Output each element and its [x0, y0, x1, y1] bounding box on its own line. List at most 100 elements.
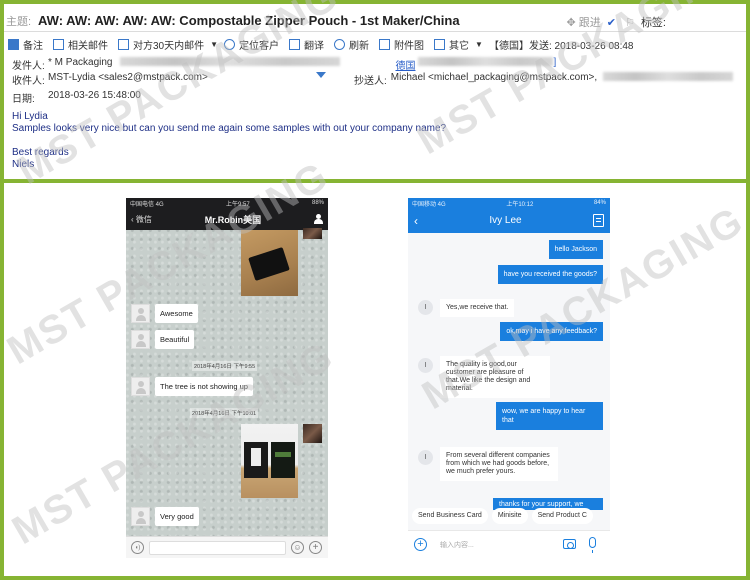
clock: 上午9:57 [225, 201, 250, 208]
toolbar-mail-30days[interactable]: 对方30天内邮件 [118, 37, 204, 52]
toolbar-locate-customer[interactable]: 定位客户 [224, 37, 279, 52]
message-bubble: Very good [155, 507, 199, 526]
email-subject: AW: AW: AW: AW: AW: Compostable Zipper P… [38, 13, 460, 28]
toolbar-label: 附件图 [394, 40, 425, 52]
related-mail-icon [53, 38, 64, 50]
contact-avatar: I [418, 358, 433, 373]
redacted-address [120, 57, 341, 66]
plus-icon[interactable]: + [309, 541, 322, 554]
redacted-text [418, 57, 554, 66]
cc-label: 抄送人: [354, 76, 387, 87]
tags-button[interactable]: ⚐ 标签: [625, 14, 666, 30]
to-value: MST-Lydia <sales2@mstpack.com> [48, 72, 208, 83]
recipients-dropdown[interactable] [316, 72, 326, 78]
sent-message: hello Jackson [548, 240, 603, 259]
wechat-screenshot: 中国电信 4G 上午9:57 88% ‹ 微信 Mr.Robin美国 Aweso… [126, 198, 328, 558]
email-toolbar: 备注 相关邮件 对方30天内邮件 ▼ 定位客户 翻译 刷新 附件图 其它 ▼ 【… [8, 36, 633, 52]
toolbar-label: 备注 [23, 40, 43, 52]
received-message: Yes,we receive that. [440, 299, 515, 317]
send-business-card-button[interactable]: Send Business Card [412, 508, 488, 524]
attachment-image-icon [379, 38, 391, 50]
message-bubble: Awesome [155, 304, 198, 323]
chevron-down-icon[interactable]: ▼ [475, 40, 483, 49]
camera-icon[interactable] [563, 539, 576, 549]
contact-avatar [131, 304, 150, 323]
toolbar-label: 翻译 [304, 40, 325, 52]
received-message: The quality is good,our customer are ple… [440, 356, 550, 398]
flag-icon: ⚐ [625, 17, 635, 29]
other-icon [434, 38, 446, 50]
input-bar: ◖) ☺ + [126, 536, 328, 558]
message-input[interactable] [149, 541, 286, 555]
voice-icon[interactable]: ◖) [131, 541, 144, 554]
my-avatar [303, 424, 322, 443]
locate-customer-icon [224, 38, 236, 50]
status-bar: 中国移动 4G 上午10:12 84% [408, 198, 610, 208]
sent-message: ok,may i have any feedback? [500, 322, 603, 341]
microphone-icon[interactable] [589, 537, 596, 553]
email-closing: Best regards [12, 147, 69, 158]
chat-header: ‹ 微信 Mr.Robin美国 [126, 208, 328, 230]
back-chevron-icon[interactable]: ‹ [414, 214, 418, 228]
status-bar: 中国电信 4G 上午9:57 88% [126, 198, 328, 208]
follow-label: 跟进 [578, 17, 601, 29]
sent-message: have you received the goods? [497, 265, 603, 284]
to-row: 收件人: MST-Lydia <sales2@mstpack.com> [12, 72, 208, 87]
translate-icon [289, 38, 301, 50]
cc-value: Michael <michael_packaging@mstpack.com>, [390, 72, 598, 83]
email-greeting: Hi Lydia [12, 111, 48, 122]
from-label: 发件人: [12, 61, 45, 72]
received-message: From several different companies from wh… [440, 447, 558, 481]
two-pouches-photo[interactable] [241, 424, 298, 498]
follow-icon: ✥ [566, 17, 579, 29]
emoji-icon[interactable]: ☺ [291, 541, 304, 554]
mail-30days-icon [118, 38, 129, 50]
subject-row: 主题: AW: AW: AW: AW: AW: Compostable Zipp… [4, 10, 746, 32]
toolbar-label: 定位客户 [239, 40, 280, 52]
toolbar-note[interactable]: 备注 [8, 37, 43, 52]
toolbar-label: 刷新 [349, 40, 370, 52]
redacted-cc [603, 72, 734, 81]
chat-title: Mr.Robin美国 [204, 214, 262, 225]
timestamp: 2018年4月16日 下午9:55 [192, 361, 258, 371]
email-body: Hi Lydia Samples looks very nice but can… [12, 111, 446, 171]
chat-header: ‹ Ivy Lee [408, 208, 610, 233]
plus-icon[interactable]: + [414, 538, 427, 551]
document-icon[interactable] [593, 214, 604, 227]
person-icon[interactable] [313, 214, 323, 224]
black-pouch-photo[interactable] [241, 230, 298, 296]
check-icon: ✔ [606, 17, 616, 29]
message-bubble: The tree is not showing up [155, 377, 253, 396]
input-bar: + 输入内容... [408, 530, 610, 558]
from-row: 发件人: * M Packaging 德国 ] [12, 57, 556, 72]
date-value: 2018-03-26 15:48:00 [48, 90, 141, 101]
follow-up-button[interactable]: ✥ 跟进 ✔ [567, 14, 617, 30]
timestamp: 2018年4月16日 下午10:01 [190, 408, 259, 418]
note-icon [8, 38, 19, 50]
send-product-button[interactable]: Send Product C [531, 508, 593, 524]
tags-label: 标签: [640, 17, 666, 29]
to-label: 收件人: [12, 76, 45, 87]
from-country-link[interactable]: 德国 [395, 57, 415, 72]
toolbar-translate[interactable]: 翻译 [289, 37, 324, 52]
email-signature: Niels [12, 159, 35, 170]
message-input[interactable]: 输入内容... [440, 540, 474, 550]
carrier: 中国电信 4G [130, 201, 164, 208]
image-frame [0, 0, 750, 580]
toolbar-attachment-image[interactable]: 附件图 [379, 37, 424, 52]
back-button[interactable]: ‹ 微信 [131, 214, 152, 225]
toolbar-related-mail[interactable]: 相关邮件 [53, 37, 108, 52]
email-message: Samples looks very nice but can you send… [12, 123, 447, 134]
chat-title: Ivy Lee [489, 215, 522, 226]
date-row: 日期: 2018-03-26 15:48:00 [12, 90, 141, 105]
back-label: 微信 [135, 214, 152, 224]
ivy-chat-screenshot: 中国移动 4G 上午10:12 84% ‹ Ivy Lee hello Jack… [408, 198, 610, 558]
message-bubble: Beautiful [155, 330, 195, 349]
chevron-down-icon[interactable]: ▼ [210, 40, 218, 49]
battery: 88% [311, 200, 324, 206]
toolbar-refresh[interactable]: 刷新 [334, 37, 369, 52]
contact-avatar [131, 377, 150, 396]
clock: 上午10:12 [506, 201, 534, 208]
minisite-button[interactable]: Minisite [491, 508, 528, 524]
toolbar-other[interactable]: 其它 [434, 37, 469, 52]
